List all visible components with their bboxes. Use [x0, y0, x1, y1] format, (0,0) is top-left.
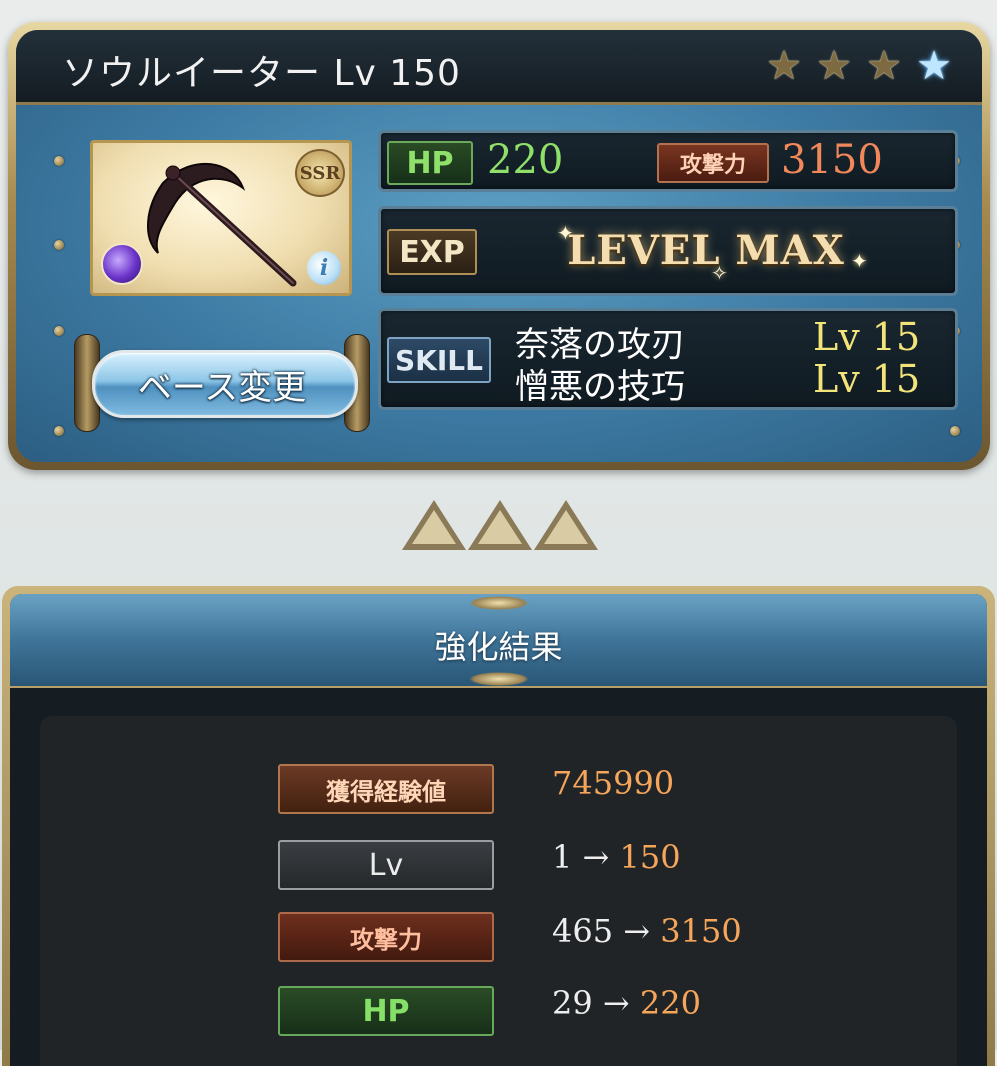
result-panel-body: 強化結果 獲得経験値 745990 Lv 1 → 150 攻撃力 465 → 3…: [10, 594, 987, 1066]
skill-level-2: Lv 15: [813, 357, 921, 401]
result-label-lv: Lv: [278, 840, 494, 890]
uncap-stars: ★ ★ ★ ★: [762, 46, 956, 86]
skill-level-1: Lv 15: [813, 315, 921, 359]
result-label-atk: 攻撃力: [278, 912, 494, 962]
exp-label: EXP: [387, 229, 477, 275]
base-change-label: ベース変更: [137, 368, 307, 408]
star-filled-icon: ★: [766, 43, 802, 89]
result-lv-to: 150: [619, 838, 681, 876]
hp-label: HP: [387, 141, 473, 185]
result-lv-from: 1: [552, 838, 573, 876]
arrow-right-icon: →: [623, 912, 651, 950]
rivet: [950, 426, 960, 436]
sparkle-icon: ✧: [711, 261, 728, 285]
star-filled-icon: ★: [866, 43, 902, 89]
result-value-atk: 465 → 3150: [552, 912, 742, 950]
result-value-lv: 1 → 150: [552, 838, 681, 876]
atk-value: 3150: [781, 137, 883, 183]
sparkle-icon: ✦: [851, 249, 868, 273]
result-hp-to: 220: [639, 984, 701, 1022]
enhance-result-panel: 強化結果 獲得経験値 745990 Lv 1 → 150 攻撃力 465 → 3…: [2, 586, 995, 1066]
rivet: [54, 156, 64, 166]
atk-label: 攻撃力: [657, 143, 769, 183]
exp-row: EXP LEVEL MAX ✦ ✦ ✧: [378, 206, 958, 296]
result-header: 強化結果: [10, 594, 987, 688]
hp-atk-row: HP 220 攻撃力 3150: [378, 130, 958, 192]
weapon-title-bar: ソウルイーター Lv 150 ★ ★ ★ ★: [16, 30, 982, 105]
ssr-badge: SSR: [295, 149, 345, 197]
arrow-right-icon: →: [602, 984, 630, 1022]
result-hp-from: 29: [552, 984, 593, 1022]
result-atk-from: 465: [552, 912, 614, 950]
result-exp-value: 745990: [552, 764, 675, 802]
skill-name-2: 憎悪の技巧: [515, 367, 685, 407]
hp-value: 220: [487, 137, 564, 183]
dark-element-icon: [101, 243, 143, 285]
star-filled-icon: ★: [816, 43, 852, 89]
info-icon[interactable]: i: [307, 251, 341, 285]
result-atk-to: 3150: [660, 912, 742, 950]
ornament-bottom: [468, 672, 529, 686]
arrow-right-icon: →: [582, 838, 610, 876]
result-title: 強化結果: [434, 628, 563, 666]
skill-row: SKILL 奈落の攻刃 Lv 15 憎悪の技巧 Lv 15: [378, 308, 958, 410]
rivet: [54, 240, 64, 250]
weapon-name: ソウルイーター Lv 150: [62, 53, 461, 94]
enhance-arrows: [400, 500, 600, 560]
arrow-up-icon: [468, 500, 532, 550]
weapon-image[interactable]: SSR i: [90, 140, 352, 296]
rivet: [54, 326, 64, 336]
sparkle-icon: ✦: [557, 221, 574, 245]
weapon-card: ソウルイーター Lv 150 ★ ★ ★ ★ SSR i ベース変更 HP 22…: [8, 22, 990, 470]
result-value-exp: 745990: [552, 764, 674, 802]
rivet: [54, 426, 64, 436]
result-body: 獲得経験値 745990 Lv 1 → 150 攻撃力 465 → 3150 H…: [40, 716, 957, 1066]
result-label-hp: HP: [278, 986, 494, 1036]
arrow-up-icon: [534, 500, 598, 550]
arrow-up-icon: [402, 500, 466, 550]
result-value-hp: 29 → 220: [552, 984, 701, 1022]
star-blue-icon: ★: [916, 43, 952, 89]
level-max-badge: LEVEL MAX: [567, 226, 845, 274]
skill-label: SKILL: [387, 337, 491, 383]
weapon-card-body: ソウルイーター Lv 150 ★ ★ ★ ★ SSR i ベース変更 HP 22…: [16, 30, 982, 462]
result-label-exp: 獲得経験値: [278, 764, 494, 814]
base-change-button[interactable]: ベース変更: [74, 330, 370, 434]
ornament-top: [468, 596, 529, 610]
